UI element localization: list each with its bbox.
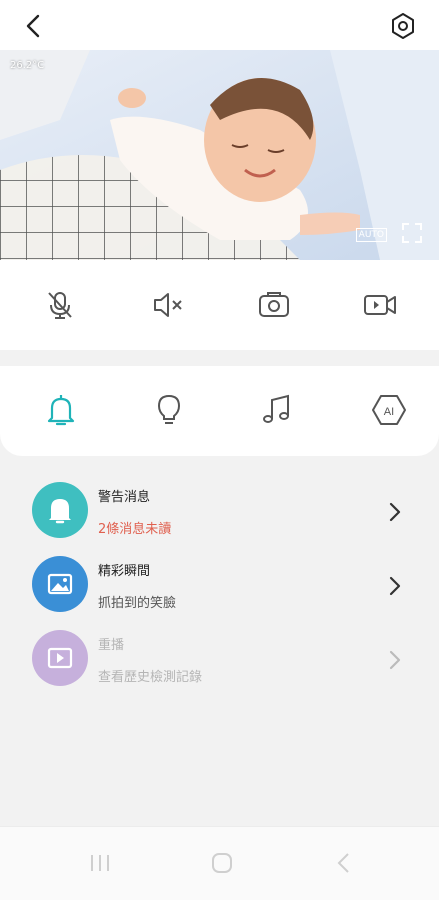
speaker-mute-icon[interactable] bbox=[150, 287, 186, 323]
list-item-subtitle: 抓拍到的笑臉 bbox=[98, 596, 177, 611]
camera-controls bbox=[0, 260, 439, 350]
feature-tabs: AI bbox=[0, 366, 439, 456]
list-item-highlights[interactable]: 精彩瞬間 抓拍到的笑臉 bbox=[0, 546, 439, 620]
gear-icon[interactable] bbox=[389, 12, 417, 40]
ai-icon[interactable]: AI bbox=[370, 391, 408, 429]
back-nav-icon[interactable] bbox=[328, 847, 360, 879]
lightbulb-icon[interactable] bbox=[150, 391, 188, 429]
list-item-title: 精彩瞬間 bbox=[98, 564, 151, 579]
list-item-title: 警告消息 bbox=[98, 490, 151, 505]
list-item-alerts[interactable]: 警告消息 2條消息未讀 bbox=[0, 472, 439, 546]
fullscreen-icon[interactable] bbox=[401, 222, 423, 244]
bell-icon[interactable] bbox=[42, 391, 80, 429]
list-item-title: 重播 bbox=[98, 638, 125, 653]
replay-avatar bbox=[32, 630, 88, 686]
bell-icon bbox=[49, 499, 71, 524]
recent-apps-icon[interactable] bbox=[84, 847, 116, 879]
music-note-icon[interactable] bbox=[258, 391, 296, 429]
camera-video-feed[interactable]: 26.2°C AUTO bbox=[0, 50, 439, 260]
play-icon bbox=[47, 647, 73, 669]
system-nav-bar bbox=[0, 826, 439, 900]
list-item-subtitle: 查看歷史檢測記錄 bbox=[98, 670, 203, 685]
list-item-subtitle: 2條消息未讀 bbox=[98, 522, 172, 537]
temperature-label: 26.2°C bbox=[10, 60, 45, 71]
highlights-avatar bbox=[32, 556, 88, 612]
top-bar bbox=[0, 0, 439, 50]
list-item-replay[interactable]: 重播 查看歷史檢測記錄 bbox=[0, 620, 439, 694]
auto-mode-badge[interactable]: AUTO bbox=[355, 228, 387, 242]
snapshot-icon[interactable] bbox=[256, 287, 292, 323]
home-icon[interactable] bbox=[206, 847, 238, 879]
mic-off-icon[interactable] bbox=[42, 287, 78, 323]
image-icon bbox=[47, 573, 73, 595]
svg-text:AI: AI bbox=[384, 406, 394, 418]
alerts-avatar bbox=[32, 482, 88, 538]
chevron-right-icon bbox=[389, 502, 401, 522]
chevron-right-icon bbox=[389, 650, 401, 670]
chevron-right-icon bbox=[389, 576, 401, 596]
chevron-left-icon[interactable] bbox=[20, 12, 48, 40]
video-record-icon[interactable] bbox=[362, 287, 398, 323]
